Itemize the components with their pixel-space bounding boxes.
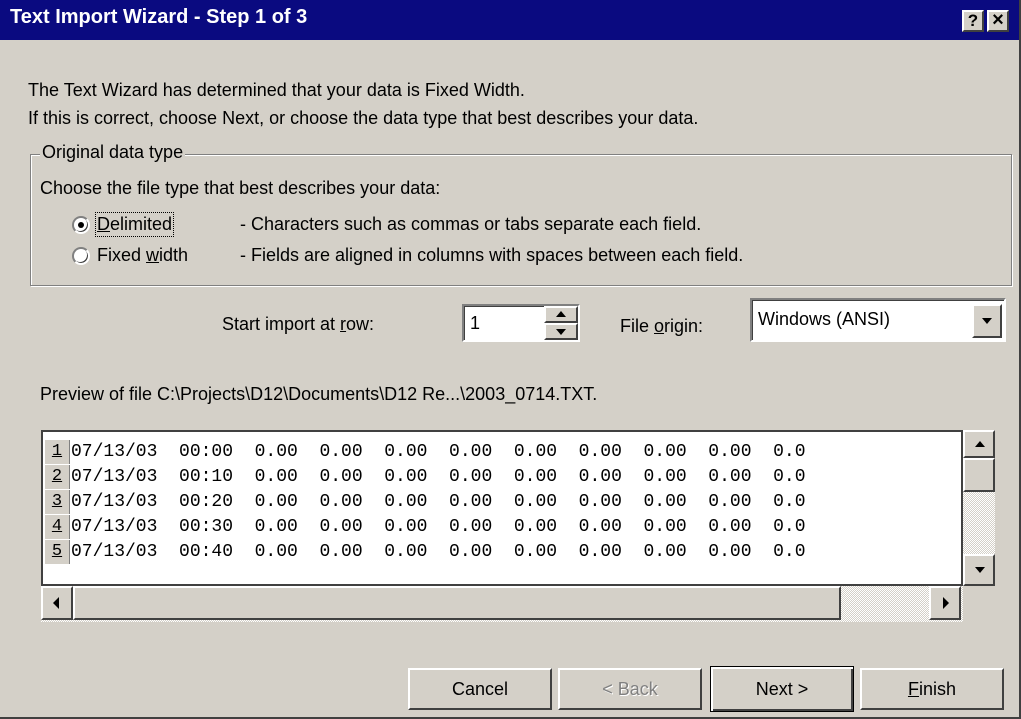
close-button[interactable]: ×: [987, 10, 1009, 32]
fixed-width-radio[interactable]: [72, 247, 90, 265]
arrow-up-icon: [556, 311, 566, 317]
help-button[interactable]: ?: [962, 10, 984, 32]
intro-line-1: The Text Wizard has determined that your…: [28, 80, 525, 100]
scroll-left-button[interactable]: [41, 586, 73, 620]
next-button[interactable]: Next >: [710, 666, 854, 712]
row-number: 5: [45, 540, 70, 564]
preview-grid[interactable]: 1 07/13/03 00:00 0.00 0.00 0.00 0.00 0.0…: [41, 430, 963, 586]
text-import-wizard-dialog: Text Import Wizard - Step 1 of 3 ? × The…: [0, 0, 1021, 719]
horizontal-scroll-thumb[interactable]: [73, 586, 841, 620]
row-number: 2: [45, 465, 70, 489]
fixed-width-label[interactable]: Fixed width: [97, 245, 188, 266]
file-type-prompt: Choose the file type that best describes…: [40, 178, 441, 198]
delimited-description: - Characters such as commas or tabs sepa…: [240, 214, 702, 234]
delimited-label[interactable]: Delimited: [94, 212, 175, 237]
preview-row: 07/13/03 00:40 0.00 0.00 0.00 0.00 0.00 …: [71, 542, 806, 562]
finish-button[interactable]: Finish: [860, 668, 1004, 710]
spin-up-button[interactable]: [544, 306, 578, 323]
preview-row: 07/13/03 00:00 0.00 0.00 0.00 0.00 0.00 …: [71, 442, 806, 462]
arrow-left-icon: [53, 597, 59, 609]
cancel-button[interactable]: Cancel: [408, 668, 552, 710]
preview-label: Preview of file C:\Projects\D12\Document…: [40, 384, 598, 404]
scroll-right-button[interactable]: [929, 586, 961, 620]
arrow-up-icon: [975, 441, 985, 447]
file-origin-dropdown-button[interactable]: [972, 304, 1002, 338]
title-bar[interactable]: Text Import Wizard - Step 1 of 3 ? ×: [0, 0, 1019, 40]
preview-row: 07/13/03 00:30 0.00 0.00 0.00 0.00 0.00 …: [71, 517, 806, 537]
file-origin-label: File origin:: [620, 316, 704, 336]
horizontal-scrollbar[interactable]: [41, 586, 963, 622]
row-number: 1: [45, 440, 70, 464]
radio-selected-dot: [78, 222, 84, 228]
preview-row: 07/13/03 00:20 0.00 0.00 0.00 0.00 0.00 …: [71, 492, 806, 512]
row-number: 4: [45, 515, 70, 539]
arrow-down-icon: [556, 329, 566, 335]
preview-row: 07/13/03 00:10 0.00 0.00 0.00 0.00 0.00 …: [71, 467, 806, 487]
start-row-spinbox[interactable]: 1: [462, 304, 580, 342]
file-origin-select[interactable]: Windows (ANSI): [750, 298, 1006, 342]
chevron-down-icon: [982, 318, 992, 324]
back-button[interactable]: < Back: [558, 668, 702, 710]
scroll-up-button[interactable]: [963, 430, 995, 458]
start-row-label: Start import at row:: [222, 314, 375, 334]
vertical-scroll-thumb[interactable]: [963, 458, 995, 492]
fixed-width-description: - Fields are aligned in columns with spa…: [240, 245, 744, 265]
intro-line-2: If this is correct, choose Next, or choo…: [28, 108, 699, 128]
vertical-scrollbar[interactable]: [963, 430, 995, 586]
row-number: 3: [45, 490, 70, 514]
group-legend: Original data type: [40, 142, 186, 163]
window-title: Text Import Wizard - Step 1 of 3: [10, 6, 308, 28]
scroll-down-button[interactable]: [963, 554, 995, 586]
delimited-radio[interactable]: [72, 216, 90, 234]
arrow-right-icon: [943, 597, 949, 609]
arrow-down-icon: [975, 567, 985, 573]
spin-down-button[interactable]: [544, 323, 578, 340]
start-row-value[interactable]: 1: [470, 313, 480, 334]
file-origin-value: Windows (ANSI): [758, 309, 891, 329]
